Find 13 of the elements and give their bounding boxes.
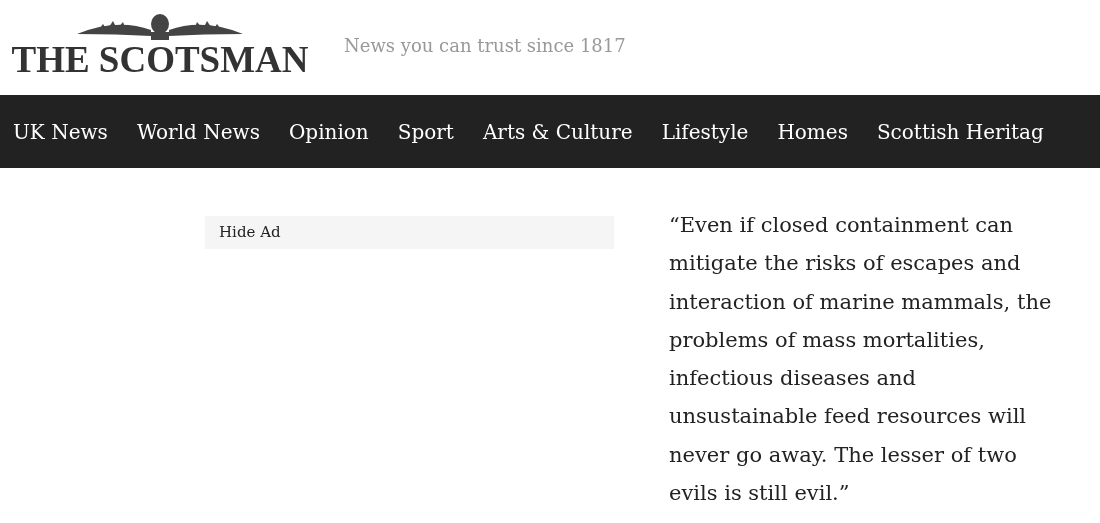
nav-link[interactable]: Scottish Heritag <box>876 116 1044 147</box>
site-logo[interactable]: THE SCOTSMAN <box>11 42 309 78</box>
nav-link[interactable]: Opinion <box>288 116 369 147</box>
nav-link[interactable]: Homes <box>777 116 848 147</box>
nav-link[interactable]: World News <box>136 116 260 147</box>
pull-quote: “Even if closed containment can mitigate the risks of escapes and interaction of marine mammals, the problems of mass mortalities, infectious diseases and unsustainable feed resources will never go away. The lesser of two evils is still evil.” <box>669 212 1053 508</box>
nav-link[interactable]: Lifestyle <box>661 116 749 147</box>
nav-link[interactable]: UK News <box>13 116 108 147</box>
nav-link[interactable]: Arts & Culture <box>482 116 633 147</box>
hide-ad-button[interactable]: Hide Ad <box>205 216 614 249</box>
nav-link[interactable]: Sport <box>397 116 454 147</box>
thistle-crest-icon <box>77 12 243 42</box>
tagline: News you can trust since 1817 <box>344 34 626 58</box>
